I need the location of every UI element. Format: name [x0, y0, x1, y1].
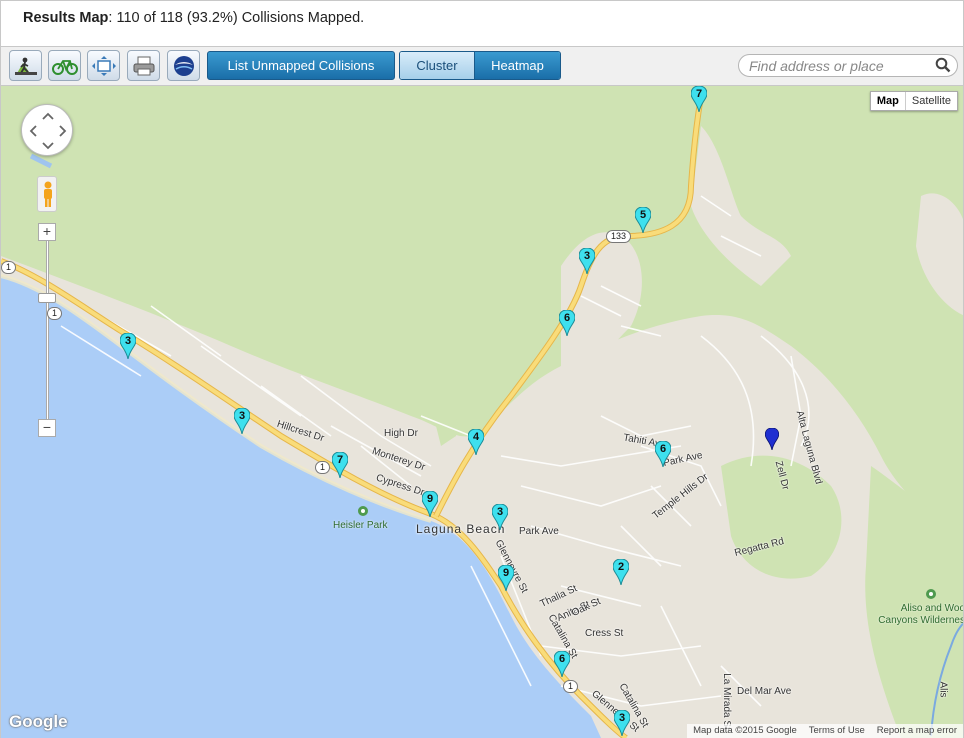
- cluster-marker[interactable]: 3: [613, 709, 634, 738]
- map-type-satellite[interactable]: Satellite: [906, 92, 957, 110]
- map-mode-toggle: Cluster Heatmap: [399, 51, 561, 80]
- map-canvas: [1, 86, 963, 738]
- route-shield: 1: [315, 461, 331, 474]
- pegman-icon: [44, 181, 52, 207]
- cluster-marker[interactable]: 3: [119, 332, 140, 363]
- zoom-in-button[interactable]: +: [38, 223, 56, 241]
- pan-control[interactable]: [21, 104, 73, 156]
- cluster-marker[interactable]: 7: [690, 86, 711, 116]
- terms-of-use-link[interactable]: Terms of Use: [809, 725, 865, 737]
- single-collision-marker[interactable]: [764, 427, 785, 458]
- street-label: Park Ave: [519, 526, 559, 537]
- search-icon[interactable]: [935, 57, 951, 73]
- route-shield: 1: [47, 307, 63, 320]
- cluster-count: 9: [502, 567, 510, 579]
- cluster-count: 6: [563, 312, 571, 324]
- cluster-count: 6: [659, 443, 667, 455]
- cluster-marker[interactable]: 9: [421, 490, 442, 521]
- cluster-count: 3: [238, 410, 246, 422]
- cluster-count: 3: [124, 335, 132, 347]
- cluster-count: 7: [336, 454, 344, 466]
- park-label: Heisler Park: [333, 520, 388, 531]
- results-summary: Results Map: 110 of 118 (93.2%) Collisio…: [23, 10, 364, 26]
- street-label: High Dr: [384, 428, 418, 439]
- results-count: : 110 of 118 (93.2%) Collisions Mapped.: [108, 10, 365, 26]
- cluster-count: 4: [472, 431, 480, 443]
- list-unmapped-collisions-button[interactable]: List Unmapped Collisions: [207, 51, 395, 80]
- cluster-count: 6: [558, 653, 566, 665]
- zoom-slider-thumb[interactable]: [38, 293, 56, 303]
- street-label: Del Mar Ave: [737, 686, 792, 697]
- cluster-count: 3: [583, 250, 591, 262]
- cluster-marker[interactable]: 5: [634, 206, 655, 237]
- results-header: Results Map: 110 of 118 (93.2%) Collisio…: [0, 0, 964, 46]
- collision-map[interactable]: Map Satellite + − 1 1 1 1 133 Hillcrest …: [0, 86, 964, 738]
- heatmap-button[interactable]: Heatmap: [475, 52, 560, 79]
- pan-arrows-icon: [29, 112, 67, 150]
- map-attribution: Map data ©2015 Google Terms of Use Repor…: [687, 724, 963, 738]
- street-view-pegman[interactable]: [37, 176, 57, 212]
- cluster-count: 3: [618, 712, 626, 724]
- cluster-marker[interactable]: 6: [558, 309, 579, 340]
- map-data-text: Map data ©2015 Google: [693, 725, 797, 736]
- cluster-count: 5: [639, 209, 647, 221]
- cluster-count: 2: [617, 561, 625, 573]
- cluster-marker[interactable]: 4: [467, 428, 488, 459]
- print-button[interactable]: [127, 50, 160, 81]
- street-label: La Mirada St: [720, 673, 732, 730]
- street-label: Cress St: [585, 628, 624, 639]
- route-shield: 133: [606, 230, 632, 243]
- cluster-button[interactable]: Cluster: [400, 52, 475, 79]
- map-toolbar: List Unmapped Collisions Cluster Heatmap: [0, 46, 964, 86]
- zoom-out-button[interactable]: −: [38, 419, 56, 437]
- park-label: Canyons Wildernes: [878, 615, 964, 626]
- cluster-count: 9: [426, 493, 434, 505]
- zoom-slider-track[interactable]: [46, 240, 49, 430]
- cluster-marker[interactable]: 9: [497, 564, 518, 595]
- map-type-map[interactable]: Map: [871, 92, 906, 110]
- map-pin-icon: [764, 427, 780, 451]
- cluster-marker[interactable]: 3: [491, 503, 512, 534]
- cluster-marker[interactable]: 2: [612, 558, 633, 589]
- google-earth-button[interactable]: [167, 50, 200, 81]
- street-label: Alis: [937, 681, 949, 698]
- park-icon: [926, 589, 936, 599]
- park-icon: [358, 506, 368, 516]
- google-logo: Google: [9, 712, 68, 731]
- cluster-count: 7: [695, 88, 703, 100]
- route-shield: 1: [563, 680, 579, 693]
- printer-icon: [133, 56, 154, 75]
- cluster-count: 3: [496, 506, 504, 518]
- pedestrian-icon: [14, 57, 37, 75]
- expand-icon: [91, 55, 116, 76]
- route-shield: 1: [1, 261, 17, 274]
- bicycle-icon: [51, 59, 78, 75]
- cluster-marker[interactable]: 7: [331, 451, 352, 482]
- map-type-control: Map Satellite: [869, 91, 958, 111]
- expand-map-button[interactable]: [87, 50, 120, 81]
- place-search: [738, 54, 958, 77]
- place-search-input[interactable]: [749, 57, 934, 75]
- pedestrian-filter-button[interactable]: [9, 50, 42, 81]
- globe-icon: [173, 55, 194, 76]
- cluster-marker[interactable]: 6: [553, 650, 574, 681]
- results-title: Results Map: [23, 10, 109, 26]
- cluster-marker[interactable]: 3: [233, 407, 254, 438]
- park-label: Aliso and Woo: [900, 603, 964, 614]
- cluster-marker[interactable]: 6: [654, 440, 675, 471]
- report-error-link[interactable]: Report a map error: [877, 725, 957, 737]
- bicycle-filter-button[interactable]: [48, 50, 81, 81]
- cluster-marker[interactable]: 3: [578, 247, 599, 278]
